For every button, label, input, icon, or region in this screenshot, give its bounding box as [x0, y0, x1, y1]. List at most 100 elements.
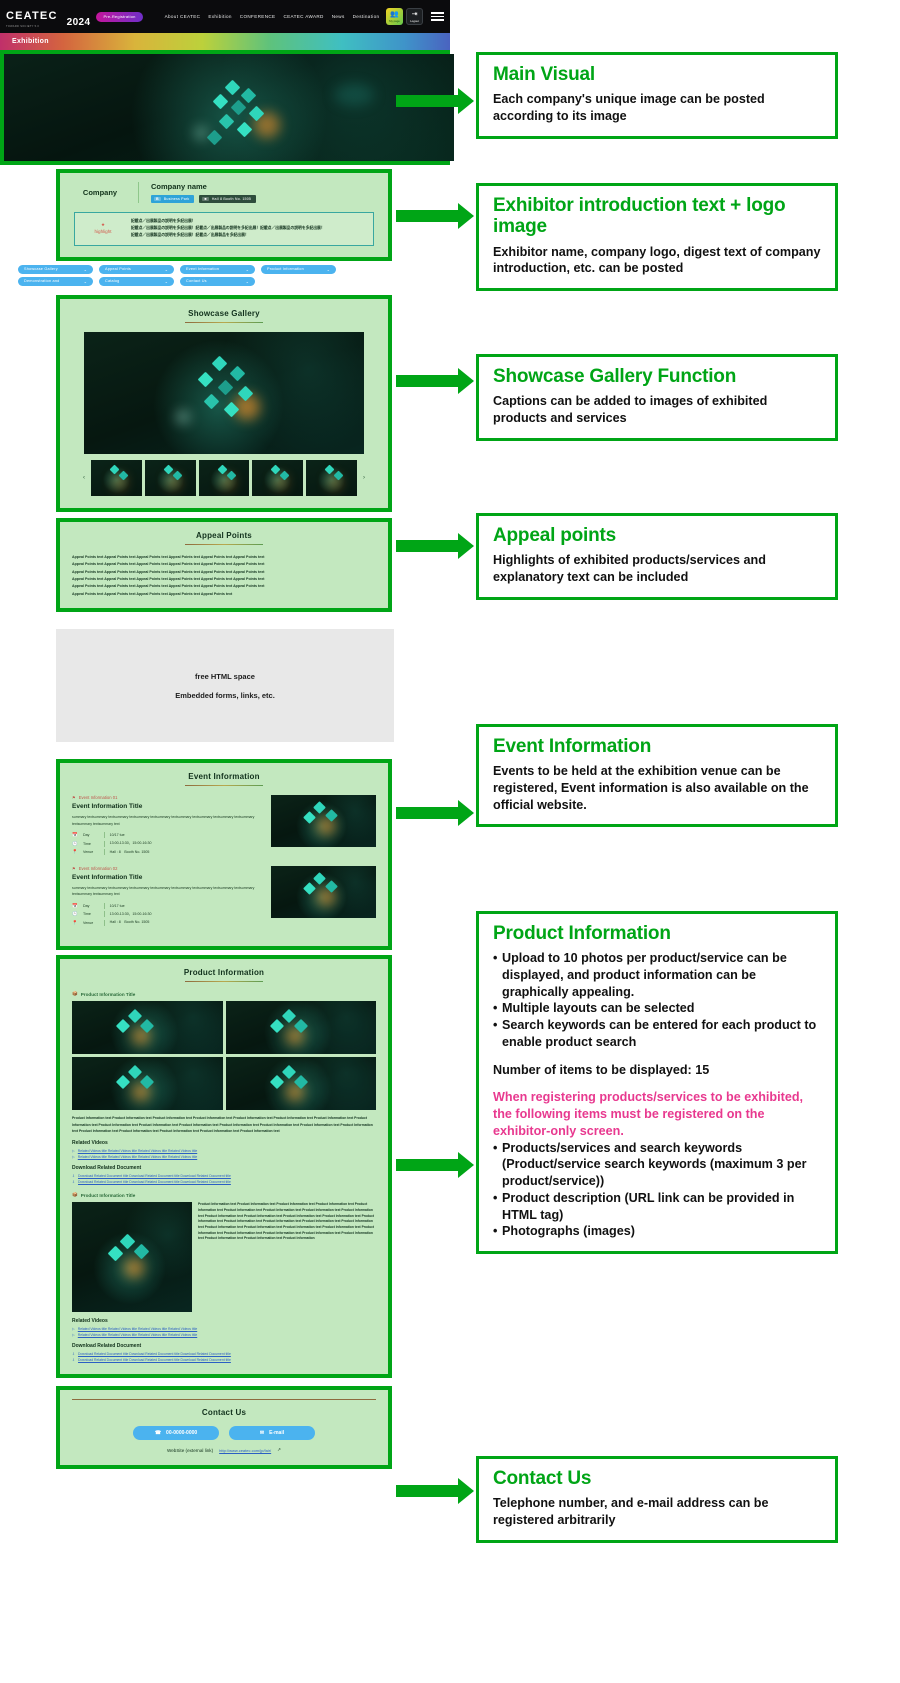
annotation-text: Events to be held at the exhibition venu…: [493, 764, 809, 812]
my-page-button[interactable]: 👥 My page: [386, 8, 403, 25]
chevron-down-icon: ⌄: [326, 267, 330, 272]
anchor-label: Demonstration and: [24, 279, 60, 284]
callout-arrow: [396, 1478, 474, 1504]
phone-button[interactable]: ☎ 00-0000-0000: [133, 1426, 219, 1441]
gallery-thumbnail[interactable]: [91, 459, 142, 496]
nav-item-award[interactable]: CEATEC AWARD: [283, 14, 323, 19]
annotation-bullet: Search keywords can be entered for each …: [493, 1017, 821, 1050]
product-image[interactable]: [72, 1202, 192, 1313]
download-document-link[interactable]: ⇩ Download Related Document title Downlo…: [72, 1174, 376, 1178]
anchor-contact-us[interactable]: Contact Us ⌄: [180, 276, 255, 286]
related-video-link[interactable]: ▷ Related Videos title Related Videos ti…: [72, 1149, 376, 1153]
nav-item-exhibition[interactable]: Exhibition: [208, 14, 231, 19]
annotation-bullet: Upload to 10 photos per product/service …: [493, 950, 821, 1000]
people-icon: 👥: [390, 10, 399, 18]
nav-item-destination[interactable]: Destination: [353, 14, 380, 19]
link-label: Related Videos title Related Videos titl…: [77, 1155, 198, 1160]
annotation-main-visual: Main Visual Each company's unique image …: [476, 52, 838, 139]
annotation-title: Showcase Gallery Function: [493, 366, 737, 387]
logout-button[interactable]: ⇥ Logout: [406, 8, 423, 25]
download-document-link[interactable]: ⇩ Download Related Document title Downlo…: [72, 1358, 376, 1362]
website-url[interactable]: http://www.ceatec.com/jp/fair/: [219, 1448, 271, 1453]
product-image-grid: [72, 1001, 376, 1111]
nav-item-about[interactable]: About CEATEC: [165, 14, 201, 19]
flag-icon: ⚑: [72, 865, 76, 871]
annotation-showcase-gallery: Showcase Gallery Function Captions can b…: [476, 354, 838, 441]
event-summary: summary textsummary textsummary textsumm…: [72, 885, 255, 897]
product-image[interactable]: [72, 1057, 223, 1111]
event-title: Event Information Title: [72, 803, 143, 811]
product-image[interactable]: [225, 1001, 376, 1055]
related-video-link[interactable]: ▷ Related Videos title Related Videos ti…: [72, 1155, 376, 1159]
title-rule: [185, 543, 263, 545]
phone-label: 00-0000-0000: [166, 1430, 198, 1437]
highlight-box: ★ highlight 記載点／出展製品の説明を多記出展！ 記載点／出展製品の説…: [74, 212, 374, 246]
link-label: Related Videos title Related Videos titl…: [77, 1149, 198, 1154]
download-document-link[interactable]: ⇩ Download Related Document title Downlo…: [72, 1352, 376, 1356]
annotation-bullet: Product description (URL link can be pro…: [493, 1190, 821, 1223]
highlight-line-1: 記載点／出展製品の説明を多記出展！: [131, 219, 196, 223]
play-icon: ▷: [72, 1149, 75, 1154]
annotation-title: Main Visual: [493, 64, 595, 85]
anchor-catalog[interactable]: Catalog ⌄: [99, 276, 174, 286]
appeal-points-box: Appeal Points Appeal Points text Appeal …: [56, 517, 392, 613]
email-button[interactable]: ✉ E-mail: [229, 1426, 315, 1441]
pre-registration-button[interactable]: Pre-Registration: [96, 11, 143, 22]
related-video-link[interactable]: ▷ Related Videos title Related Videos ti…: [72, 1333, 376, 1337]
gallery-thumbnail[interactable]: [198, 459, 250, 496]
link-label: Download Related Document title Download…: [78, 1352, 231, 1357]
callout-arrow: [396, 800, 474, 826]
gallery-thumbnail[interactable]: [144, 459, 196, 496]
flag-icon: ⚑: [72, 795, 76, 801]
anchor-showcase-gallery[interactable]: Showcase Gallery ⌄: [18, 264, 93, 274]
event-title: Event Information Title: [72, 873, 143, 881]
free-html-line-2: Embedded forms, links, etc.: [175, 690, 275, 700]
anchor-demonstration[interactable]: Demonstration and ⌄: [18, 276, 93, 286]
tag-business-park: B Business Park: [151, 195, 195, 203]
company-section: Company Company name B Business Park ■ H…: [60, 173, 388, 257]
gallery-thumbnail[interactable]: [306, 459, 357, 496]
gallery-next-arrow[interactable]: ›: [360, 460, 368, 496]
product-image[interactable]: [72, 1001, 223, 1055]
anchor-event-information[interactable]: Event Information ⌄: [180, 264, 255, 274]
product-image[interactable]: [225, 1057, 376, 1111]
highlight-text: 記載点／出展製品の説明を多記出展！ 記載点／出展製品の説明を多記出展！記載点／出…: [131, 218, 325, 240]
appeal-line: Appeal Points text Appeal Points text Ap…: [72, 577, 265, 582]
main-nav: About CEATEC Exhibition CONFERENCE CEATE…: [165, 14, 380, 19]
website-row: WebSite (external link) http://www.ceate…: [72, 1447, 376, 1453]
annotation-event-information: Event Information Events to be held at t…: [476, 724, 838, 828]
pin-icon: 📍: [72, 849, 78, 855]
anchor-appeal-points[interactable]: Appeal Points ⌄: [99, 264, 174, 274]
link-label: Download Related Document title Download…: [78, 1180, 231, 1185]
download-document-link[interactable]: ⇩ Download Related Document title Downlo…: [72, 1180, 376, 1184]
nav-item-conference[interactable]: CONFERENCE: [240, 14, 276, 19]
hamburger-menu-icon[interactable]: [431, 12, 444, 21]
download-icon: ⇩: [72, 1180, 76, 1185]
product-kicker: 📦 Product Information Title: [72, 991, 376, 997]
section-title: Product Information: [183, 968, 265, 978]
nav-item-news[interactable]: News: [332, 14, 345, 19]
play-icon: ▷: [72, 1333, 75, 1338]
gallery-thumbnail[interactable]: [252, 459, 304, 496]
calendar-icon: 📅: [72, 832, 78, 838]
product-body-text: Product Information text Product Informa…: [72, 1116, 373, 1133]
download-icon: ⇩: [72, 1352, 76, 1357]
contact-us-box: Contact Us ☎ 00-0000-0000 ✉ E-mail WebSi…: [56, 1386, 392, 1470]
chevron-down-icon: ⌄: [164, 267, 168, 272]
divider: [138, 182, 139, 203]
ceatec-logo[interactable]: CEATEC TOWARD SOCIETY 5.0 2024: [6, 6, 90, 28]
annotation-count-line: Number of items to be displayed: 15: [493, 1062, 710, 1077]
site-mockup-column: CEATEC TOWARD SOCIETY 5.0 2024 Pre-Regis…: [0, 0, 454, 1470]
play-icon: ▷: [72, 1155, 75, 1160]
related-video-link[interactable]: ▷ Related Videos title Related Videos ti…: [72, 1327, 376, 1331]
gallery-main-image[interactable]: [84, 331, 364, 454]
anchor-product-information[interactable]: Product Information ⌄: [261, 264, 336, 274]
product-body-text: Product Information text Product Informa…: [198, 1202, 375, 1241]
breadcrumb-label: Exhibition: [12, 38, 49, 45]
annotation-bullets-2: Products/services and search keywords (P…: [493, 1140, 821, 1240]
event-item: ⚑ Event Information 02 Event Information…: [72, 865, 376, 928]
gallery-prev-arrow[interactable]: ‹: [80, 460, 88, 496]
meta-value: Hall : 8 Booth No. 1505: [109, 920, 150, 925]
clock-icon: 🕓: [72, 911, 78, 917]
chevron-down-icon: ⌄: [164, 279, 168, 284]
